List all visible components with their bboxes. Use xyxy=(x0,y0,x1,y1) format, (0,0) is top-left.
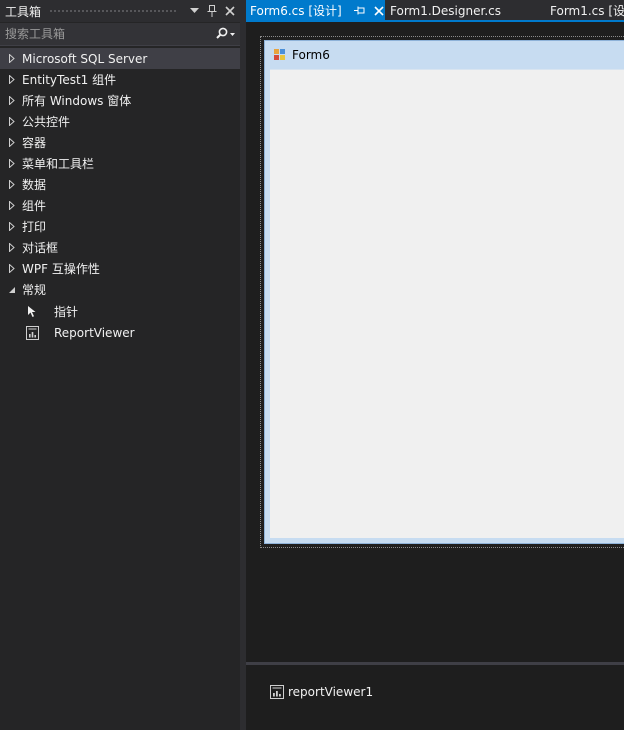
tab-label: Form1.cs [设 xyxy=(550,4,624,18)
toolbox-tree: Microsoft SQL Server EntityTest1 组件 所有 W… xyxy=(0,48,240,344)
expand-arrow-icon[interactable] xyxy=(5,195,19,216)
tray-component-label: reportViewer1 xyxy=(288,685,374,699)
expand-arrow-icon[interactable] xyxy=(5,174,19,195)
toolbox-group-components[interactable]: 组件 xyxy=(0,195,240,216)
expand-arrow-icon[interactable] xyxy=(5,90,19,111)
pin-icon[interactable] xyxy=(204,3,220,19)
pin-icon[interactable] xyxy=(354,6,366,15)
toolbox-group-wpf-interop[interactable]: WPF 互操作性 xyxy=(0,258,240,279)
tab-form1-designer[interactable]: Form1.Designer.cs xyxy=(390,0,501,21)
form-icon xyxy=(274,49,286,61)
group-label: 对话框 xyxy=(22,241,59,255)
toolbox-panel: 工具箱 Microsoft SQL Serv xyxy=(0,0,240,730)
report-viewer-icon xyxy=(24,325,40,341)
group-label: 组件 xyxy=(22,199,47,213)
group-label: 打印 xyxy=(22,220,47,234)
group-label: 所有 Windows 窗体 xyxy=(22,94,132,108)
group-label: 容器 xyxy=(22,136,47,150)
component-tray: reportViewer1 xyxy=(246,665,624,730)
toolbox-group-entitytest1[interactable]: EntityTest1 组件 xyxy=(0,69,240,90)
toolbox-group-printing[interactable]: 打印 xyxy=(0,216,240,237)
search-icon[interactable] xyxy=(212,23,240,45)
toolbox-group-containers[interactable]: 容器 xyxy=(0,132,240,153)
group-label: WPF 互操作性 xyxy=(22,262,100,276)
expand-arrow-icon[interactable] xyxy=(5,132,19,153)
tab-label: Form1.Designer.cs xyxy=(390,3,501,18)
form-title: Form6 xyxy=(292,48,330,62)
toolbox-group-sql-server[interactable]: Microsoft SQL Server xyxy=(0,48,240,69)
title-grip[interactable] xyxy=(49,8,178,14)
tray-component-reportviewer1[interactable]: reportViewer1 xyxy=(270,685,373,699)
group-label: 数据 xyxy=(22,178,47,192)
group-label: 公共控件 xyxy=(22,115,71,129)
expand-arrow-icon[interactable] xyxy=(5,237,19,258)
report-viewer-icon xyxy=(270,685,284,699)
toolbox-search-input[interactable] xyxy=(0,26,212,42)
toolbox-group-common-controls[interactable]: 公共控件 xyxy=(0,111,240,132)
group-label: EntityTest1 组件 xyxy=(22,73,117,87)
document-tab-strip: Form6.cs [设计] Form1.Designer.cs Form1.cs… xyxy=(246,0,624,22)
expand-arrow-icon[interactable] xyxy=(5,69,19,90)
pointer-icon xyxy=(24,303,40,319)
item-label: ReportViewer xyxy=(54,326,135,340)
tab-form6-design[interactable]: Form6.cs [设计] xyxy=(246,0,385,21)
toolbox-item-pointer[interactable]: 指针 xyxy=(0,300,240,322)
toolbox-title-bar: 工具箱 xyxy=(0,0,240,22)
dropdown-arrow-icon[interactable] xyxy=(186,3,202,19)
group-label: 菜单和工具栏 xyxy=(22,157,95,171)
toolbox-group-data[interactable]: 数据 xyxy=(0,174,240,195)
expand-arrow-icon[interactable] xyxy=(5,258,19,279)
document-area: Form6.cs [设计] Form1.Designer.cs Form1.cs… xyxy=(246,0,624,730)
toolbox-item-reportviewer[interactable]: ReportViewer xyxy=(0,322,240,344)
toolbox-group-all-windows-forms[interactable]: 所有 Windows 窗体 xyxy=(0,90,240,111)
toolbox-title: 工具箱 xyxy=(5,4,42,19)
expand-arrow-icon[interactable] xyxy=(5,153,19,174)
expand-arrow-icon[interactable] xyxy=(5,216,19,237)
tab-label: Form6.cs [设计] xyxy=(250,4,342,18)
group-label: Microsoft SQL Server xyxy=(22,51,148,66)
close-icon[interactable] xyxy=(222,3,238,19)
tab-form1-design[interactable]: Form1.cs [设 xyxy=(550,0,624,21)
toolbox-group-menus-toolbars[interactable]: 菜单和工具栏 xyxy=(0,153,240,174)
form-title-bar[interactable]: Form6 xyxy=(265,41,624,69)
form-client-area[interactable] xyxy=(270,69,624,538)
collapse-arrow-icon[interactable] xyxy=(5,279,19,300)
group-label: 常规 xyxy=(22,283,47,297)
form-design-surface[interactable]: Form6 xyxy=(246,22,624,662)
toolbox-search-box xyxy=(0,23,240,46)
toolbox-group-general[interactable]: 常规 xyxy=(0,279,240,300)
expand-arrow-icon[interactable] xyxy=(5,48,19,69)
designer-form[interactable]: Form6 xyxy=(264,40,624,544)
expand-arrow-icon[interactable] xyxy=(5,111,19,132)
close-icon[interactable] xyxy=(373,5,385,16)
toolbox-group-dialogs[interactable]: 对话框 xyxy=(0,237,240,258)
item-label: 指针 xyxy=(54,304,79,319)
